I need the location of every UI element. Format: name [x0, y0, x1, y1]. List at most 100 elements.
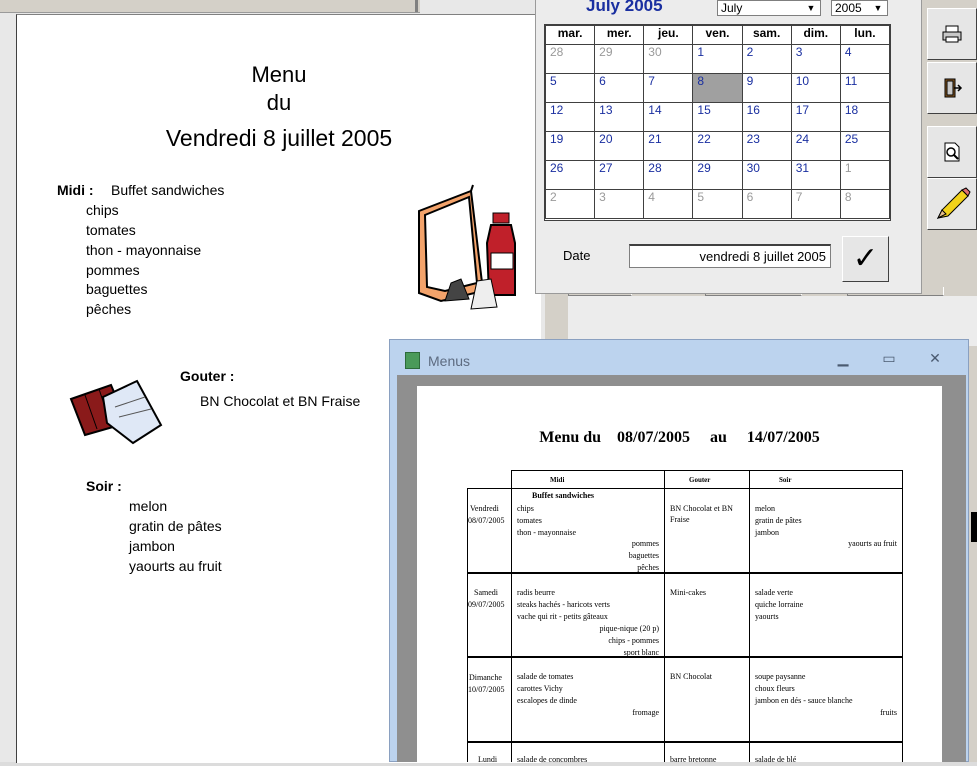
chevron-down-icon[interactable]: ▼	[804, 2, 818, 14]
confirm-button[interactable]: ✓	[842, 236, 889, 282]
gouter-text: BN Chocolat et BN Fraise	[200, 393, 361, 409]
calendar-day[interactable]: 6	[741, 189, 792, 219]
calendar-day[interactable]: 16	[741, 102, 792, 132]
calendar-day[interactable]: 23	[741, 131, 792, 161]
calendar-day[interactable]: 27	[594, 160, 645, 190]
calendar-day[interactable]: 28	[643, 160, 694, 190]
midi-line: tomates	[517, 516, 542, 525]
calendar-day[interactable]: 29	[594, 44, 645, 74]
calendar-day[interactable]: 2	[544, 189, 596, 219]
page-title-line2: du	[266, 90, 292, 115]
calendar-day[interactable]: 2	[741, 44, 792, 74]
scroll-thumb[interactable]	[415, 0, 418, 12]
calendar-day[interactable]: 30	[741, 160, 792, 190]
calendar-day[interactable]: 5	[544, 73, 596, 103]
midi-first-item: Buffet sandwiches	[111, 182, 225, 198]
calendar-day[interactable]: 12	[544, 102, 596, 132]
calendar-day[interactable]: 6	[594, 73, 645, 103]
grid-line	[467, 572, 903, 574]
close-icon[interactable]: ✕	[924, 350, 946, 368]
calendar-day[interactable]: 31	[790, 160, 841, 190]
minimize-icon[interactable]: ▁	[832, 350, 854, 368]
soir-line: gratin de pâtes	[755, 516, 802, 525]
midi-line: fromage	[632, 708, 659, 717]
grid-line	[902, 470, 903, 762]
month-select[interactable]: July ▼	[717, 0, 821, 16]
calendar-day[interactable]: 25	[839, 131, 891, 161]
weekday-header: mar.	[544, 25, 596, 45]
calendar-day[interactable]: 17	[790, 102, 841, 132]
calendar-day[interactable]: 28	[544, 44, 596, 74]
midi-line: chips	[517, 504, 534, 513]
calendar-day[interactable]: 9	[741, 73, 792, 103]
app-icon	[405, 352, 420, 369]
calendar-day[interactable]: 21	[643, 131, 694, 161]
soir-item: gratin de pâtes	[129, 518, 222, 534]
row-date: 08/07/2005	[468, 516, 505, 525]
calendar-day[interactable]: 5	[692, 189, 743, 219]
calendar-day[interactable]: 10	[790, 73, 841, 103]
weekday-header: sam.	[741, 25, 792, 45]
calendar-day[interactable]: 18	[839, 102, 891, 132]
calendar-day[interactable]: 14	[643, 102, 694, 132]
calendar-day-selected[interactable]: 8	[692, 73, 743, 103]
calendar-day[interactable]: 20	[594, 131, 645, 161]
calendar-day[interactable]: 30	[643, 44, 694, 74]
midi-line: sport blanc	[623, 648, 659, 657]
edge-marker	[971, 512, 977, 542]
grid-line	[467, 488, 468, 762]
calendar-day[interactable]: 8	[839, 189, 891, 219]
scrollbar-strip[interactable]	[0, 0, 420, 13]
calendar-day[interactable]: 1	[692, 44, 743, 74]
preview-button[interactable]	[927, 126, 977, 178]
preview-icon	[944, 142, 960, 162]
calendar-day[interactable]: 4	[643, 189, 694, 219]
soir-line: jambon	[755, 528, 779, 537]
calendar-day[interactable]: 15	[692, 102, 743, 132]
midi-item: thon - mayonnaise	[86, 242, 202, 258]
weekday-header: mer.	[594, 25, 645, 45]
calendar-day[interactable]: 11	[839, 73, 891, 103]
calendar-day[interactable]: 7	[643, 73, 694, 103]
midi-line: chips - pommes	[608, 636, 659, 645]
maximize-icon[interactable]: ▭	[878, 350, 900, 368]
menu-board-icon	[418, 184, 516, 310]
calendar-day[interactable]: 22	[692, 131, 743, 161]
print-button[interactable]	[927, 8, 977, 60]
grid-line	[511, 470, 512, 762]
calendar-day[interactable]: 26	[544, 160, 596, 190]
calendar-day[interactable]: 7	[790, 189, 841, 219]
exit-button[interactable]	[927, 62, 977, 114]
calendar-day[interactable]: 24	[790, 131, 841, 161]
column-header: Midi	[550, 476, 565, 484]
window-title: Menus	[428, 353, 471, 369]
soir-line: soupe paysanne	[755, 672, 806, 681]
chevron-down-icon[interactable]: ▼	[871, 2, 885, 14]
midi-line: steaks hachés - haricots verts	[517, 600, 610, 609]
month-select-value: July	[721, 1, 743, 15]
midi-item: baguettes	[86, 281, 148, 297]
grid-line	[511, 470, 903, 471]
soir-line: quiche lorraine	[755, 600, 804, 609]
midi-line: carottes Vichy	[517, 684, 563, 693]
row-day: Dimanche	[469, 673, 502, 682]
calendar-day[interactable]: 19	[544, 131, 596, 161]
grid-line	[467, 741, 903, 743]
midi-line: salade de concombres	[517, 755, 588, 764]
year-select[interactable]: 2005 ▼	[831, 0, 888, 16]
calendar-day[interactable]: 4	[839, 44, 891, 74]
grid-line	[467, 488, 903, 489]
gouter-line: barre bretonne	[670, 755, 717, 764]
pencil-icon	[936, 187, 971, 220]
calendar-day[interactable]: 13	[594, 102, 645, 132]
edit-button[interactable]	[927, 178, 977, 230]
calendar-day[interactable]: 3	[594, 189, 645, 219]
date-field[interactable]: vendredi 8 juillet 2005	[629, 244, 831, 268]
calendar-day[interactable]: 1	[839, 160, 891, 190]
calendar-day[interactable]: 3	[790, 44, 841, 74]
date-label: Date	[563, 248, 591, 263]
calendar-day[interactable]: 29	[692, 160, 743, 190]
calendar-grid: mar. mer. jeu. ven. sam. dim. lun. 28 29…	[544, 24, 891, 221]
midi-line: vache qui rit - petits gâteaux	[517, 612, 608, 621]
midi-label: Midi :	[57, 182, 94, 198]
